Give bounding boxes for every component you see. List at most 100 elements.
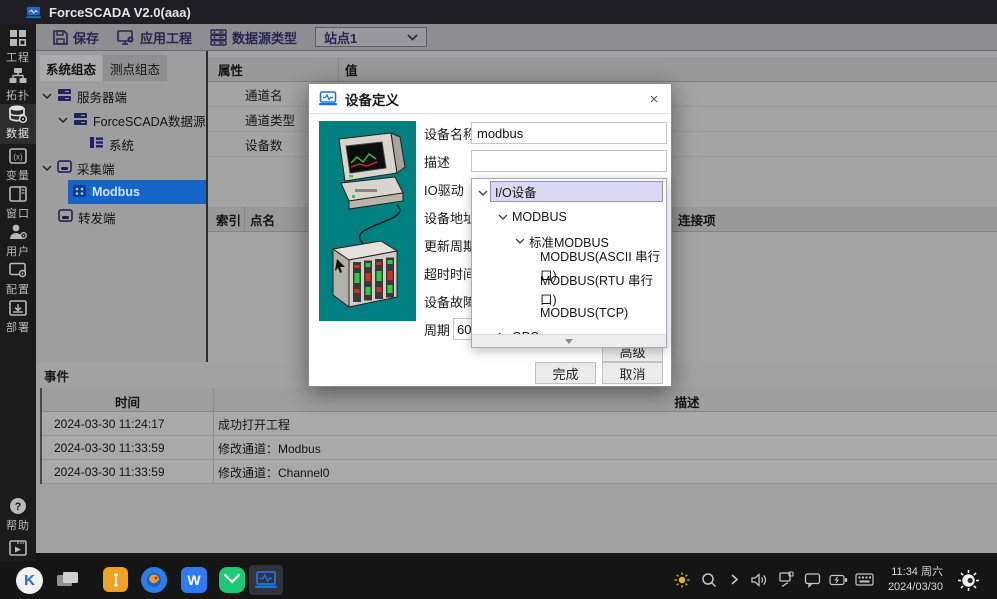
rail-item-user[interactable]: 用户	[0, 222, 36, 260]
finish-button[interactable]: 完成	[535, 362, 596, 384]
tree-node-label: 转发端	[78, 208, 116, 227]
column-divider[interactable]	[244, 207, 245, 231]
server-icon	[57, 88, 72, 105]
user-icon	[8, 222, 28, 242]
site-select-value: 站点1	[324, 28, 357, 47]
driver-node-modbus[interactable]: MODBUS	[472, 205, 666, 229]
tree-node-forwarder[interactable]: 转发端	[58, 205, 116, 229]
rail-label: 数据	[6, 125, 30, 141]
battery-icon[interactable]	[829, 573, 848, 591]
tree-node-collector[interactable]: 采集端	[42, 156, 115, 180]
monitor-gear-icon	[117, 29, 136, 46]
tree-node-forcescada-datasource[interactable]: ForceSCADA数据源	[58, 108, 206, 132]
rail-label: 变量	[6, 167, 30, 183]
driver-node-modbus-tcp[interactable]: MODBUS(TCP)	[472, 301, 666, 325]
dropdown-scroll-down[interactable]	[472, 334, 666, 347]
message-icon[interactable]	[804, 572, 821, 593]
rail-item-config[interactable]: 配置	[0, 260, 36, 298]
rail-item-help[interactable]: ? 帮助	[0, 496, 36, 534]
event-row[interactable]: 2024-03-30 11:24:17 成功打开工程	[42, 412, 997, 436]
launcher-icon[interactable]: K	[16, 567, 43, 594]
brightness-icon[interactable]	[674, 572, 690, 593]
events-panel: 事件 时间 描述 2024-03-30 11:24:17 成功打开工程 2024…	[36, 362, 997, 553]
svg-text:?: ?	[15, 501, 22, 513]
cancel-button-label: 取消	[619, 364, 645, 383]
tree-node-server-side[interactable]: 服务器端	[42, 84, 127, 108]
device-dialog-icon	[319, 91, 337, 106]
app-logo-icon	[26, 6, 41, 19]
deploy-icon	[8, 298, 28, 318]
site-select[interactable]: 站点1	[315, 27, 427, 47]
description-input[interactable]	[471, 150, 667, 172]
rail-label: 用户	[6, 243, 30, 259]
project-grid-icon	[8, 28, 28, 48]
rail-item-run[interactable]	[0, 538, 36, 562]
tree-node-modbus[interactable]: Modbus	[68, 180, 206, 204]
list-icon	[89, 136, 104, 152]
rail-item-project[interactable]: 工程	[0, 28, 36, 66]
chevron-down-icon[interactable]	[478, 190, 488, 196]
rail-item-topology[interactable]: 拓扑	[0, 66, 36, 104]
triangle-down-icon	[565, 339, 573, 344]
column-divider[interactable]	[338, 57, 339, 81]
variable-icon: (x)	[8, 146, 28, 166]
device-definition-dialog: 设备定义 ×	[308, 83, 672, 387]
chevron-down-icon[interactable]	[42, 165, 52, 171]
close-icon[interactable]: ×	[645, 90, 663, 108]
forcescada-taskbar-icon[interactable]	[249, 565, 283, 595]
tab-system-config[interactable]: 系统组态	[40, 55, 102, 81]
column-divider[interactable]	[213, 388, 214, 411]
toolbox-icon[interactable]	[103, 567, 128, 592]
clock-time: 11:34 周六	[888, 565, 943, 580]
chevron-down-icon[interactable]	[498, 214, 508, 220]
volume-icon[interactable]	[751, 572, 769, 593]
chevron-down-icon[interactable]	[58, 117, 68, 123]
timeout-label: 超时时间	[424, 262, 476, 284]
browser-icon[interactable]	[141, 567, 167, 593]
event-row[interactable]: 2024-03-30 11:33:59 修改通道：Channel0	[42, 460, 997, 484]
config-icon	[8, 260, 28, 280]
apply-project-button[interactable]: 应用工程	[111, 25, 198, 50]
taskbar-clock[interactable]: 11:34 周六 2024/03/30	[888, 565, 943, 595]
files-icon[interactable]	[56, 570, 80, 595]
rail-item-window[interactable]: 窗口	[0, 184, 36, 222]
col-name-header: 点名	[250, 210, 275, 229]
cancel-button[interactable]: 取消	[602, 362, 663, 384]
rail-item-deploy[interactable]: 部署	[0, 298, 36, 336]
device-name-input[interactable]	[471, 122, 667, 144]
svg-text:(x): (x)	[13, 153, 23, 162]
window-title: ForceSCADA V2.0(aaa)	[49, 5, 191, 20]
expand-icon[interactable]	[730, 573, 739, 591]
tab-point-config[interactable]: 测点组态	[103, 55, 167, 81]
datasource-type-button[interactable]: 数据源类型	[204, 25, 303, 50]
driver-root-selected[interactable]: I/O设备	[490, 181, 663, 202]
rail-label: 部署	[6, 319, 30, 335]
tree-node-label: Modbus	[92, 185, 140, 199]
search-icon[interactable]	[701, 572, 717, 593]
display-device-icon[interactable]	[778, 571, 795, 593]
rail-item-data[interactable]: 数据	[0, 104, 36, 144]
tree-node-system[interactable]: 系统	[89, 132, 134, 156]
collector-icon	[57, 160, 72, 176]
event-time: 2024-03-30 11:33:59	[54, 436, 165, 460]
chevron-down-icon[interactable]	[42, 93, 52, 99]
update-cycle-label: 更新周期	[424, 234, 476, 256]
os-taskbar: K W	[0, 561, 997, 599]
rail-item-variable[interactable]: (x) 变量	[0, 146, 36, 184]
tab-label: 系统组态	[46, 59, 96, 78]
save-button[interactable]: 保存	[46, 25, 105, 50]
theme-toggle-icon[interactable]	[957, 569, 980, 597]
col-desc-header: 描述	[642, 392, 732, 411]
datasource-type-label: 数据源类型	[232, 28, 297, 47]
col-value-header: 值	[345, 60, 358, 79]
mail-icon[interactable]	[219, 567, 245, 593]
cycle-label: 周期	[424, 318, 450, 340]
save-label: 保存	[73, 28, 99, 47]
driver-node-modbus-rtu[interactable]: MODBUS(RTU 串行口)	[472, 277, 666, 301]
topology-icon	[8, 66, 28, 86]
keyboard-icon[interactable]	[855, 573, 874, 591]
chevron-down-icon[interactable]	[515, 238, 525, 244]
device-name-label: 设备名称	[424, 122, 476, 144]
wps-icon[interactable]: W	[181, 567, 207, 593]
event-row[interactable]: 2024-03-30 11:33:59 修改通道：Modbus	[42, 436, 997, 460]
